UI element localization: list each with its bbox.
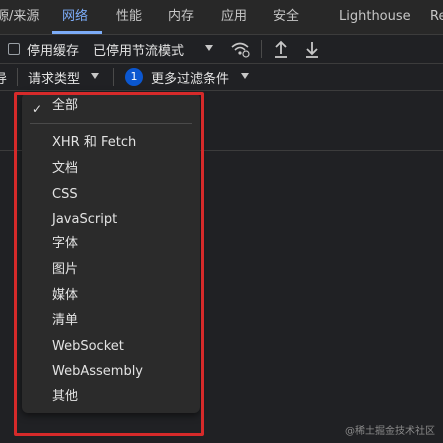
filter-divider [113, 68, 114, 86]
tab-performance[interactable]: 性能 [116, 0, 142, 34]
request-type-menu: ✓ 全部 XHR 和 Fetch 文档 CSS JavaScript 字体 图片… [22, 93, 200, 413]
toolbar-divider [261, 40, 262, 58]
more-filters-count-badge: 1 [125, 68, 143, 86]
wifi-settings-icon[interactable] [230, 39, 250, 63]
menu-item-manifest[interactable]: 清单 [52, 311, 78, 331]
menu-item-xhr-fetch[interactable]: XHR 和 Fetch [52, 133, 136, 153]
menu-item-websocket[interactable]: WebSocket [52, 337, 124, 357]
upload-icon[interactable] [272, 39, 290, 63]
tab-recorder[interactable]: Re [430, 0, 443, 34]
menu-item-javascript[interactable]: JavaScript [52, 210, 117, 230]
chevron-down-icon [205, 45, 213, 51]
menu-item-other[interactable]: 其他 [52, 387, 78, 407]
throttling-select[interactable]: 已停用节流模式 [93, 40, 184, 59]
check-icon: ✓ [32, 102, 43, 116]
disable-cache-label: 停用缓存 [27, 44, 80, 59]
filter-divider [17, 68, 18, 86]
tab-memory[interactable]: 内存 [168, 0, 194, 34]
filter-bar: 导 请求类型 1 更多过滤条件 [0, 64, 443, 91]
menu-item-image[interactable]: 图片 [52, 260, 78, 280]
menu-item-font[interactable]: 字体 [52, 234, 78, 254]
tab-sources[interactable]: 源/来源 [0, 0, 39, 34]
tab-application[interactable]: 应用 [221, 0, 247, 34]
active-tab-indicator [52, 31, 102, 34]
devtools-tab-bar: 源/来源 网络 性能 内存 应用 安全 Lighthouse Re [0, 0, 443, 35]
request-type-filter[interactable]: 请求类型 [28, 68, 80, 87]
tab-network[interactable]: 网络 [62, 0, 88, 34]
menu-item-all[interactable]: ✓ 全部 [32, 96, 79, 116]
network-toolbar: 停用缓存 已停用节流模式 [0, 35, 443, 64]
tab-security[interactable]: 安全 [273, 0, 299, 34]
menu-item-label: 全部 [52, 98, 79, 113]
menu-item-media[interactable]: 媒体 [52, 286, 78, 306]
tab-lighthouse[interactable]: Lighthouse [339, 0, 411, 34]
menu-divider [30, 123, 192, 124]
disable-cache-checkbox[interactable] [8, 43, 20, 55]
filter-bar-fragment: 导 [0, 72, 8, 87]
download-icon[interactable] [303, 39, 321, 63]
chevron-down-icon [241, 73, 249, 79]
more-filters-button[interactable]: 更多过滤条件 [151, 68, 229, 87]
menu-item-webassembly[interactable]: WebAssembly [52, 362, 143, 382]
watermark: @稀土掘金技术社区 [345, 426, 435, 437]
chevron-down-icon [91, 73, 99, 79]
menu-item-document[interactable]: 文档 [52, 159, 78, 179]
menu-item-css[interactable]: CSS [52, 185, 78, 205]
